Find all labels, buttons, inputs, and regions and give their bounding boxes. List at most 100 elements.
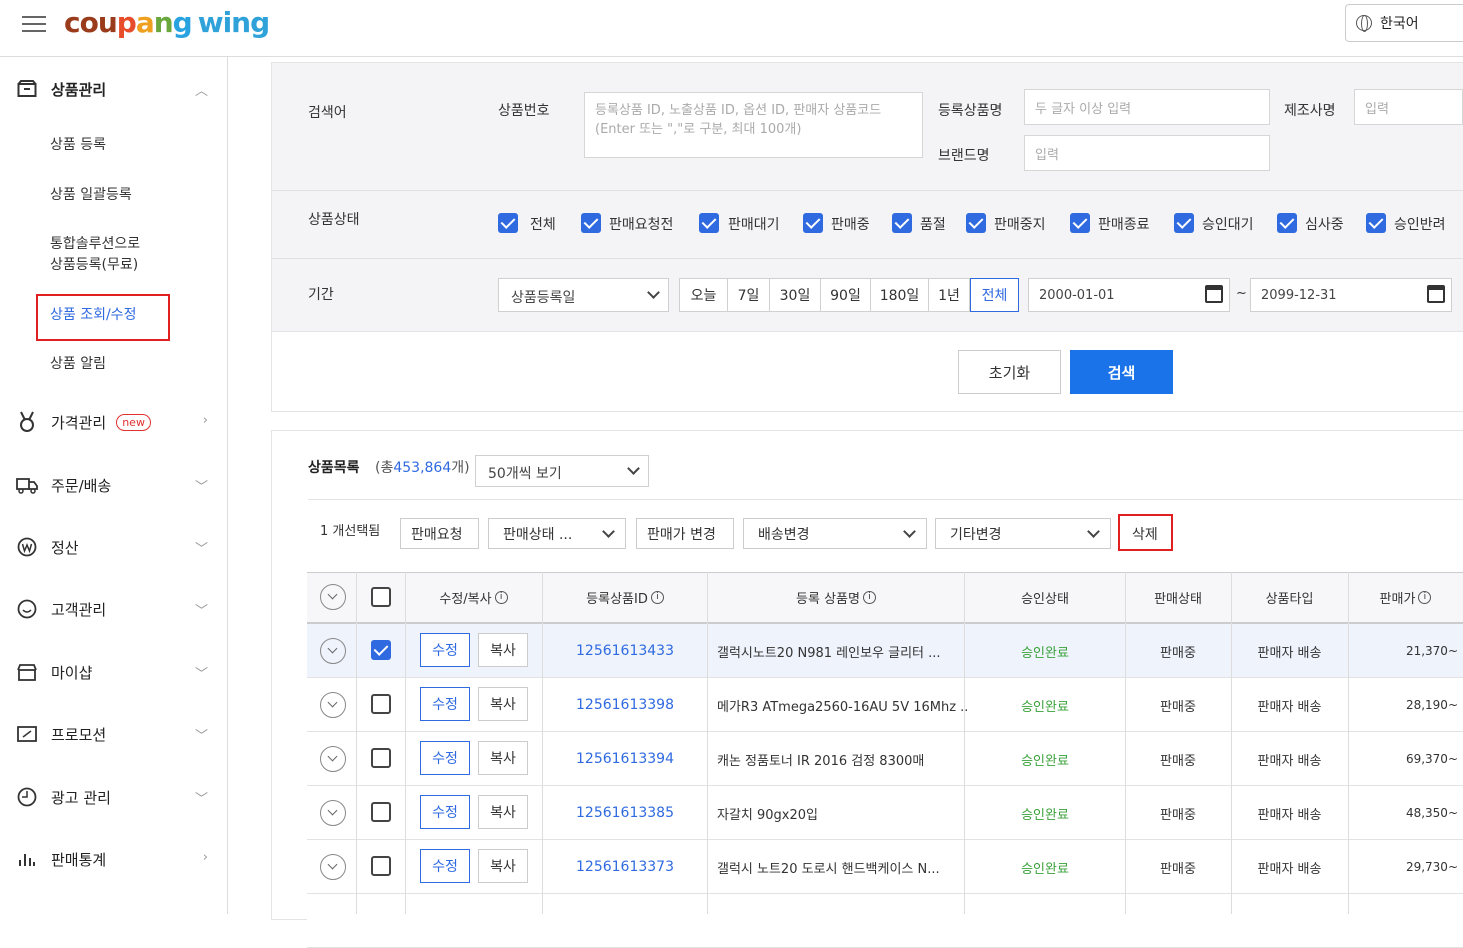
copy-button[interactable]: 복사 [478, 795, 528, 829]
shipping-change-dropdown[interactable]: 배송변경 [743, 518, 927, 549]
copy-button[interactable]: 복사 [478, 849, 528, 883]
period-all-button[interactable]: 전체 [970, 278, 1019, 312]
nav-sub-solution[interactable]: 통합솔루션으로 상품등록(무료) [50, 234, 140, 276]
price: 29,730~ [1405, 860, 1458, 874]
nav-sub-search-edit[interactable]: 상품 조회/수정 [50, 305, 136, 326]
period-today-button[interactable]: 오늘 [679, 278, 728, 312]
nav-customer[interactable]: 고객관리 ﹀ [16, 594, 216, 624]
product-id-link[interactable]: 12561613385 [543, 786, 707, 840]
row-checkbox[interactable] [371, 694, 391, 714]
logo-part: cou [64, 6, 118, 39]
product-id-link[interactable]: 12561613433 [543, 624, 707, 678]
period-30d-button[interactable]: 30일 [769, 278, 821, 312]
row-checkbox[interactable] [371, 856, 391, 876]
edit-button[interactable]: 수정 [420, 795, 470, 829]
chevron-down-icon [647, 286, 660, 299]
nav-product-mgmt[interactable]: 상품관리 ︿ [16, 74, 216, 104]
nav-order[interactable]: 주문/배송 ﹀ [16, 470, 216, 500]
nav-price-mgmt[interactable]: 가격관리 new › [16, 407, 216, 437]
status-checkbox[interactable] [498, 213, 518, 233]
edit-button[interactable]: 수정 [420, 633, 470, 667]
expand-all-icon[interactable] [320, 584, 346, 610]
row-checkbox[interactable] [371, 802, 391, 822]
sale-status-dropdown[interactable]: 판매상태 ... [488, 518, 626, 549]
date-to-input[interactable]: 2099-12-31 [1250, 278, 1452, 312]
status-checkbox-label: 심사중 [1305, 217, 1344, 233]
period-type-select[interactable]: 상품등록일 [498, 278, 669, 312]
product-id-link[interactable]: 12561613373 [543, 840, 707, 894]
nav-sub-alert[interactable]: 상품 알림 [50, 354, 106, 375]
table-row[interactable]: 수정 복사 12561613385 자갈치 90gx20입 승인완료 판매중 판매자 배송 4… [307, 786, 1463, 840]
expand-row-icon[interactable] [320, 800, 346, 826]
brand-input[interactable]: 입력 [1024, 135, 1270, 171]
period-1y-button[interactable]: 1년 [928, 278, 970, 312]
status-checkbox[interactable] [1070, 213, 1090, 233]
nav-myshop[interactable]: 마이샵 ﹀ [16, 657, 216, 687]
nav-stats[interactable]: 판매통계 › [16, 844, 216, 874]
search-button[interactable]: 검색 [1070, 350, 1173, 394]
status-checkbox[interactable] [1277, 213, 1297, 233]
dropdown-label: 기타변경 [950, 526, 1002, 543]
status-checkbox[interactable] [966, 213, 986, 233]
nav-label: 가격관리 [51, 413, 107, 432]
price-change-button[interactable]: 판매가 변경 [636, 518, 734, 549]
product-id-link[interactable]: 12561613394 [543, 732, 707, 786]
info-icon[interactable]: i [862, 590, 876, 604]
info-icon[interactable]: i [494, 590, 508, 604]
menu-icon[interactable] [22, 16, 46, 34]
approval-status: 승인완료 [1021, 699, 1069, 715]
select-all-checkbox[interactable] [371, 587, 391, 607]
page-size-select[interactable]: 50개씩 보기 [475, 455, 649, 487]
table-row[interactable]: 수정 복사 12561613394 캐논 정품토너 IR 2016 검정 8300매 승… [307, 732, 1463, 786]
price: 28,190~ [1405, 698, 1458, 712]
nav-promotion[interactable]: 프로모션 ﹀ [16, 719, 216, 749]
other-change-dropdown[interactable]: 기타변경 [935, 518, 1111, 549]
calendar-icon[interactable] [1205, 285, 1223, 303]
info-icon[interactable]: i [1418, 590, 1432, 604]
logo-part: n [153, 6, 174, 39]
nav-sub-register[interactable]: 상품 등록 [50, 135, 106, 156]
edit-button[interactable]: 수정 [420, 849, 470, 883]
list-title: 상품목록 [308, 460, 360, 476]
product-id-link[interactable]: 12561613398 [543, 678, 707, 732]
expand-row-icon[interactable] [320, 854, 346, 880]
row-checkbox[interactable] [371, 640, 391, 660]
product-no-input[interactable]: 등록상품 ID, 노출상품 ID, 옵션 ID, 판매자 상품코드(Enter … [584, 92, 923, 158]
calendar-icon[interactable] [1427, 285, 1445, 303]
product-type: 판매자 배송 [1257, 645, 1322, 661]
status-label: 상품상태 [308, 212, 360, 228]
table-row[interactable]: 수정 복사 12561613433 갤럭시노트20 N981 레인보우 글리터 ...… [307, 624, 1463, 678]
nav-settlement[interactable]: 정산 ﹀ [16, 532, 216, 562]
status-checkbox[interactable] [1174, 213, 1194, 233]
expand-row-icon[interactable] [320, 638, 346, 664]
info-icon[interactable]: i [650, 590, 664, 604]
edit-button[interactable]: 수정 [420, 687, 470, 721]
reg-name-input[interactable]: 두 글자 이상 입력 [1024, 89, 1270, 125]
chevron-right-icon: › [202, 413, 208, 428]
status-checkbox[interactable] [803, 213, 823, 233]
copy-button[interactable]: 복사 [478, 741, 528, 775]
period-90d-button[interactable]: 90일 [820, 278, 871, 312]
nav-ad[interactable]: 광고 관리 ﹀ [16, 782, 216, 812]
status-checkbox[interactable] [581, 213, 601, 233]
nav-sub-bulk-register[interactable]: 상품 일괄등록 [50, 185, 132, 206]
maker-input[interactable]: 입력 [1354, 89, 1463, 125]
status-checkbox[interactable] [699, 213, 719, 233]
row-checkbox[interactable] [371, 748, 391, 768]
expand-row-icon[interactable] [320, 692, 346, 718]
copy-button[interactable]: 복사 [478, 687, 528, 721]
expand-row-icon[interactable] [320, 746, 346, 772]
status-checkbox[interactable] [1366, 213, 1386, 233]
language-selector[interactable]: 한국어 [1345, 4, 1463, 42]
reset-button[interactable]: 초기화 [958, 350, 1061, 394]
coupang-wing-logo[interactable]: coupang wing [64, 6, 270, 39]
period-7d-button[interactable]: 7일 [727, 278, 770, 312]
table-row[interactable]: 수정 복사 12561613373 갤럭시 노트20 도로시 핸드백케이스 N... 승… [307, 840, 1463, 894]
period-180d-button[interactable]: 180일 [870, 278, 929, 312]
table-row[interactable]: 수정 복사 12561613398 메가R3 ATmega2560-16AU 5V 1… [307, 678, 1463, 732]
status-checkbox[interactable] [892, 213, 912, 233]
copy-button[interactable]: 복사 [478, 633, 528, 667]
edit-button[interactable]: 수정 [420, 741, 470, 775]
date-from-input[interactable]: 2000-01-01 [1028, 278, 1230, 312]
sale-request-button[interactable]: 판매요청 [400, 518, 479, 549]
